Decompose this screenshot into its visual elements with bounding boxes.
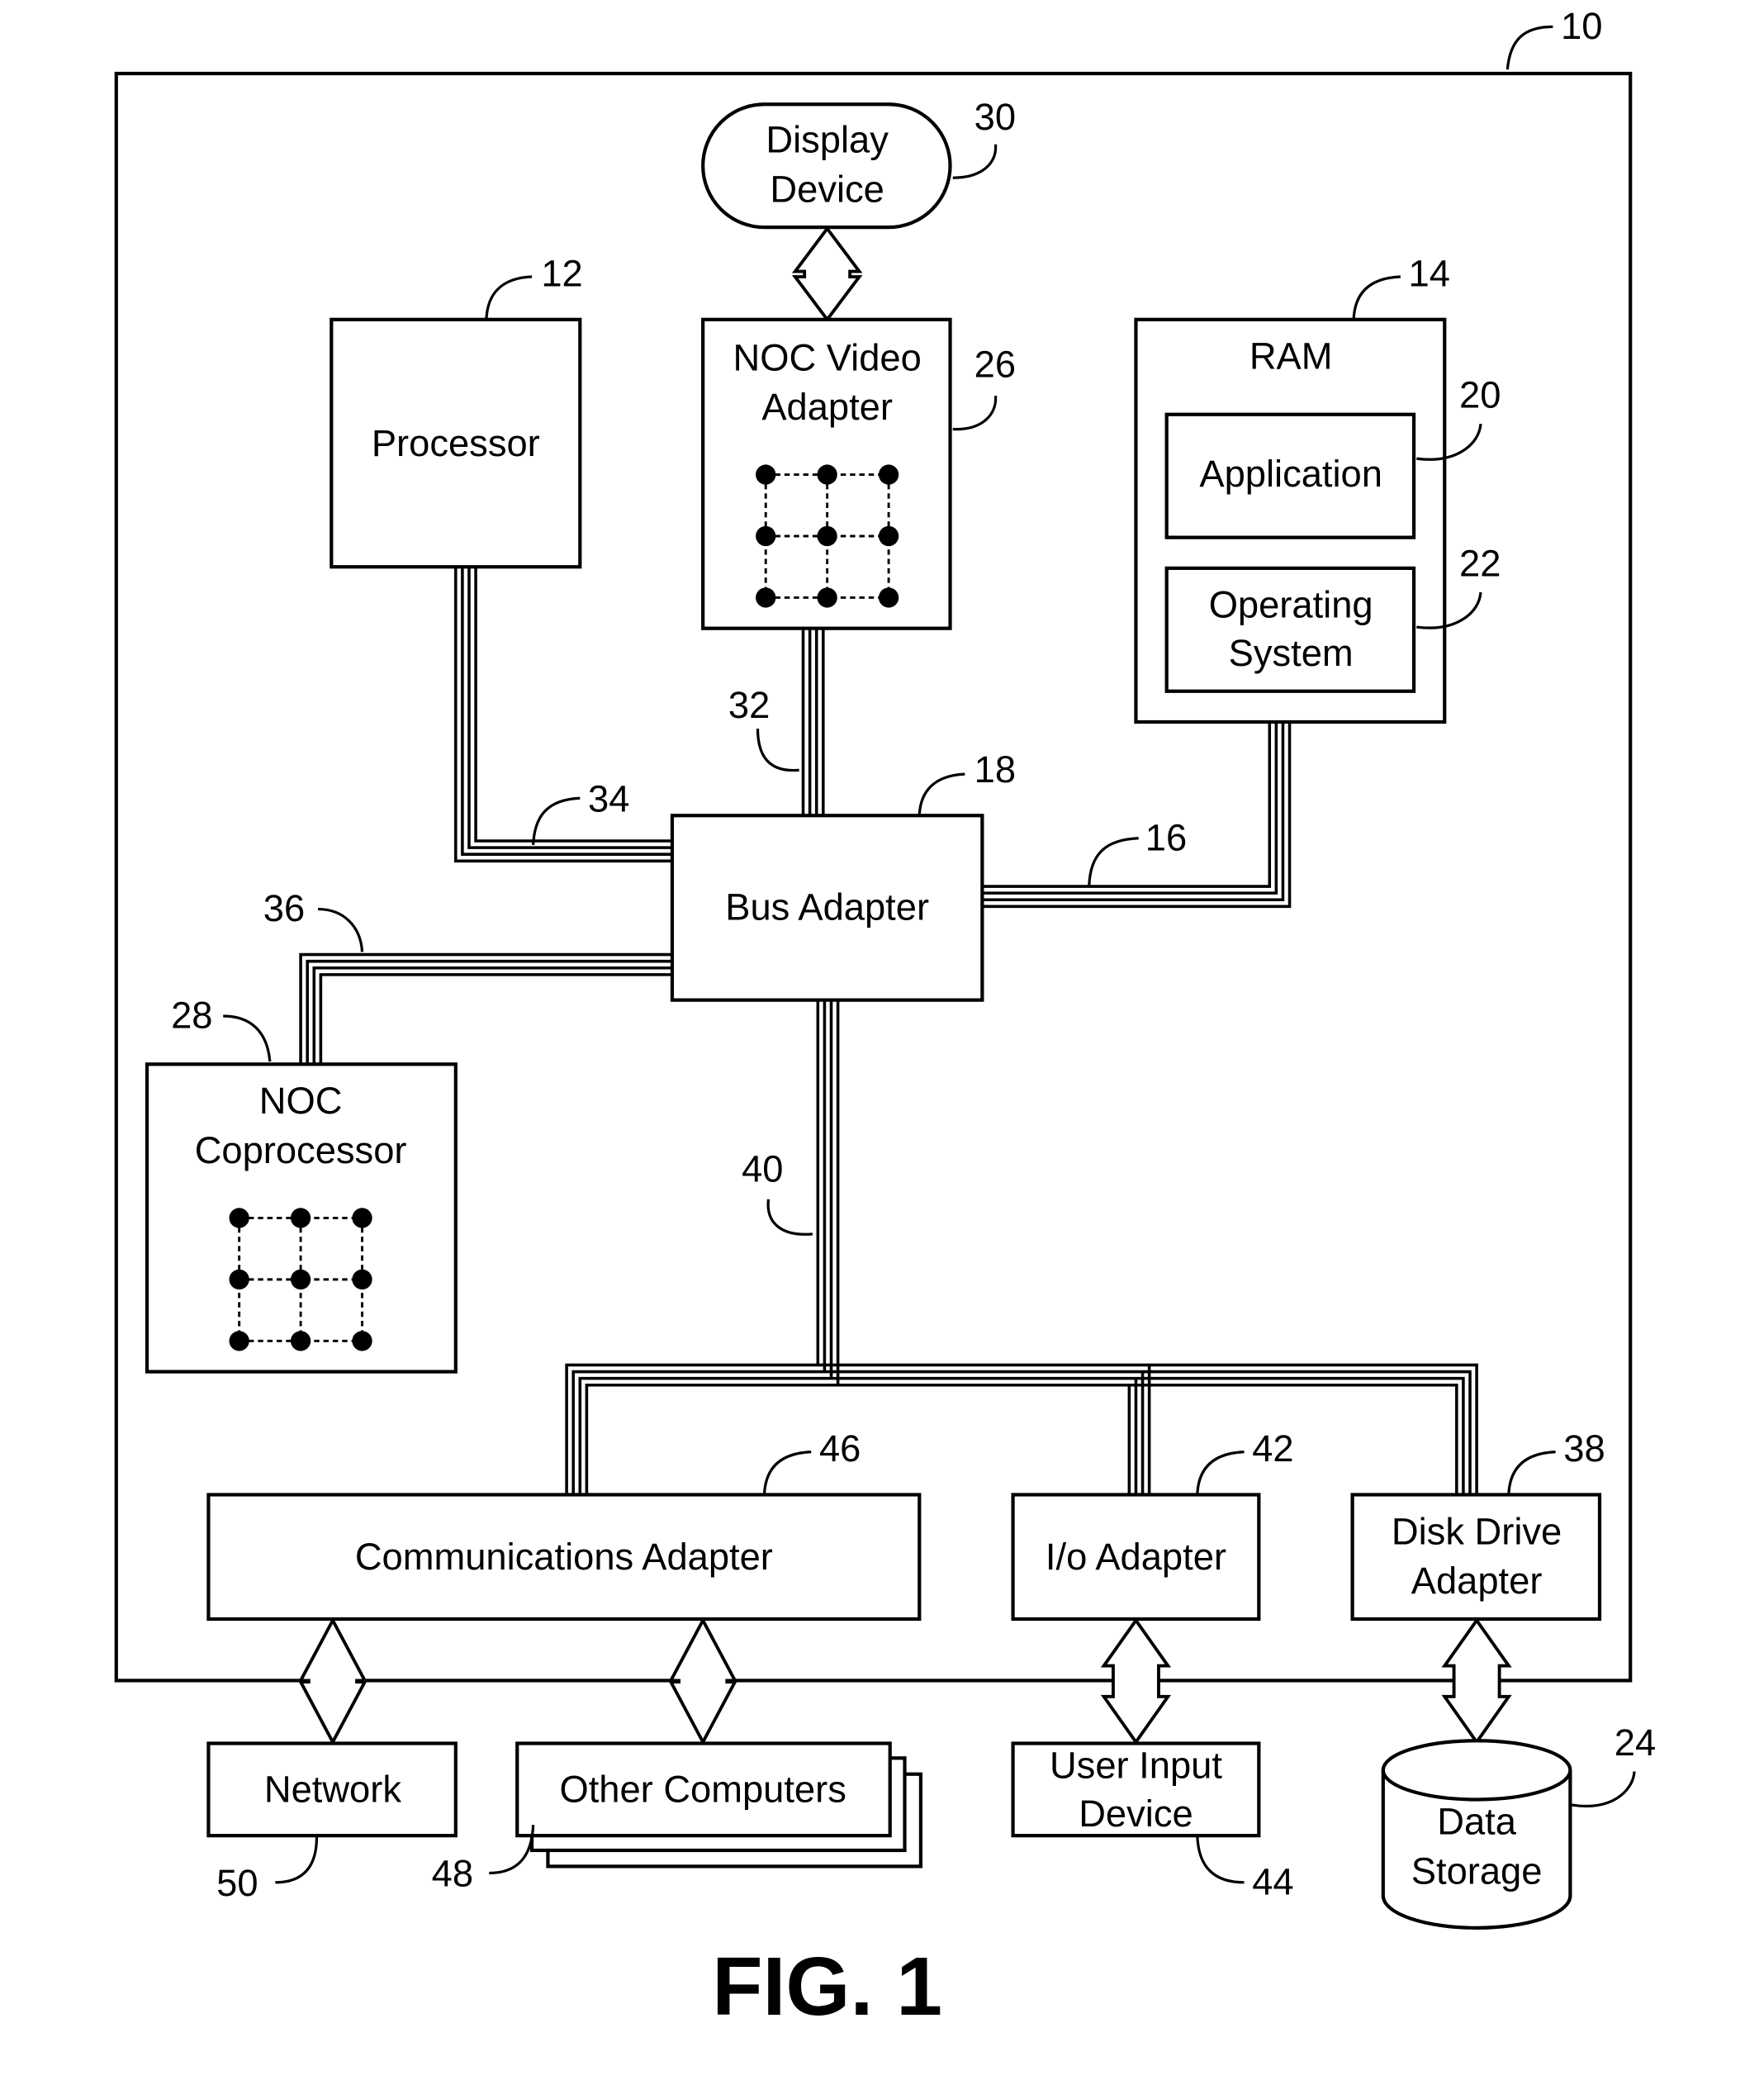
communications-adapter-label: Communications Adapter <box>355 1536 773 1578</box>
expansion-bus <box>565 1000 1478 1495</box>
system-ref-leader <box>1506 25 1553 70</box>
noc-video-mesh-node <box>756 464 776 485</box>
noc-coprocessor-mesh-node <box>229 1269 249 1290</box>
io-adapter-leader <box>1196 1451 1245 1494</box>
bus-adapter-label: Bus Adapter <box>725 886 929 928</box>
processor-ref: 12 <box>541 252 582 294</box>
noc-coprocessor-mesh-node <box>290 1208 311 1228</box>
other-computers-ref: 48 <box>432 1853 473 1895</box>
data-storage-leader <box>1571 1771 1636 1807</box>
ram-label: RAM <box>1250 335 1333 378</box>
communications-adapter-ref: 46 <box>819 1427 861 1470</box>
display-device-ref: 30 <box>974 96 1016 138</box>
operating-system-label-1: Operating <box>1209 584 1373 626</box>
data-storage-link-arrow-icon <box>1441 1617 1512 1745</box>
ram-leader <box>1352 275 1401 319</box>
network-link-arrow-icon <box>297 1617 368 1745</box>
network-label: Network <box>264 1769 401 1811</box>
noc-coprocessor-leader <box>223 1014 272 1062</box>
noc-coprocessor-mesh-node <box>352 1269 372 1290</box>
noc-coprocessor-mesh-node <box>229 1208 249 1228</box>
processor-leader <box>485 275 533 319</box>
noc-video-mesh-node <box>817 587 837 608</box>
user-input-device-leader <box>1196 1836 1245 1884</box>
noc-video-mesh-node <box>756 587 776 608</box>
data-storage-label-1: Data <box>1437 1801 1516 1843</box>
other-computers-link-arrow-icon <box>668 1617 738 1745</box>
noc-coprocessor-label-1: NOC <box>259 1080 343 1122</box>
noc-video-mesh-node <box>878 464 899 485</box>
data-storage-ref: 24 <box>1615 1721 1656 1764</box>
noc-video-adapter-ref: 26 <box>974 343 1016 385</box>
noc-coprocessor-mesh-node <box>290 1269 311 1290</box>
coprocessor-bus-ref: 36 <box>263 887 305 929</box>
memory-bus-leader <box>1088 837 1139 886</box>
disk-drive-adapter-label-2: Adapter <box>1411 1560 1543 1602</box>
video-bus-ref: 32 <box>728 684 770 726</box>
data-storage-label-2: Storage <box>1411 1850 1543 1892</box>
front-side-bus-leader <box>532 796 581 845</box>
computer-system-diagram: 10 34 32 16 36 40 Display Device 30 Proc… <box>114 5 1656 2033</box>
noc-video-adapter-label-2: Adapter <box>761 386 893 428</box>
video-bus <box>801 628 825 816</box>
noc-video-mesh-node <box>756 525 776 547</box>
noc-video-adapter-leader <box>952 395 998 431</box>
coprocessor-bus <box>299 952 672 1065</box>
disk-drive-adapter-label-1: Disk Drive <box>1392 1510 1562 1552</box>
noc-video-adapter-label-1: NOC Video <box>733 336 922 378</box>
noc-coprocessor-label-2: Coprocessor <box>195 1129 407 1171</box>
expansion-bus-leader <box>766 1199 813 1236</box>
disk-drive-adapter-leader <box>1507 1451 1556 1494</box>
other-computers-label: Other Computers <box>559 1769 846 1811</box>
operating-system-ref: 22 <box>1459 543 1501 585</box>
display-link-arrow-icon <box>791 226 863 323</box>
noc-video-mesh-node <box>817 525 837 547</box>
figure-title: FIG. 1 <box>712 1940 942 2033</box>
user-input-device-label-2: Device <box>1079 1793 1193 1835</box>
ram-ref: 14 <box>1409 252 1450 294</box>
communications-adapter-leader <box>762 1451 812 1494</box>
io-adapter-label: I/o Adapter <box>1046 1536 1226 1578</box>
application-ref: 20 <box>1459 374 1501 416</box>
network-ref: 50 <box>216 1862 258 1904</box>
display-device-leader <box>952 144 998 179</box>
user-input-link-arrow-icon <box>1100 1617 1172 1745</box>
user-input-device-ref: 44 <box>1252 1860 1293 1902</box>
noc-coprocessor-mesh-node <box>352 1208 372 1228</box>
coprocessor-bus-leader <box>318 907 364 952</box>
display-device-label-2: Device <box>770 168 884 210</box>
noc-coprocessor-ref: 28 <box>171 995 212 1037</box>
processor-label: Processor <box>372 422 540 464</box>
noc-video-mesh-node <box>817 464 837 485</box>
noc-coprocessor-mesh-node <box>229 1331 249 1351</box>
noc-video-mesh-node <box>878 525 899 547</box>
system-ref: 10 <box>1561 5 1602 47</box>
display-device-label-1: Display <box>766 119 889 161</box>
bus-adapter-ref: 18 <box>974 748 1016 791</box>
disk-drive-adapter-ref: 38 <box>1563 1427 1605 1470</box>
io-adapter-ref: 42 <box>1252 1427 1293 1470</box>
noc-coprocessor-mesh-node <box>352 1331 372 1351</box>
memory-bus <box>982 721 1292 909</box>
noc-coprocessor-mesh-node <box>290 1331 311 1351</box>
noc-video-mesh-node <box>878 587 899 608</box>
application-label: Application <box>1199 453 1382 495</box>
network-leader <box>275 1836 319 1884</box>
operating-system-label-2: System <box>1229 632 1354 674</box>
front-side-bus <box>454 567 672 863</box>
front-side-bus-ref: 34 <box>588 777 629 819</box>
bus-adapter-leader <box>918 772 965 814</box>
user-input-device-label-1: User Input <box>1050 1745 1222 1787</box>
memory-bus-ref: 16 <box>1145 816 1187 858</box>
expansion-bus-ref: 40 <box>742 1148 783 1190</box>
video-bus-leader <box>756 729 799 772</box>
